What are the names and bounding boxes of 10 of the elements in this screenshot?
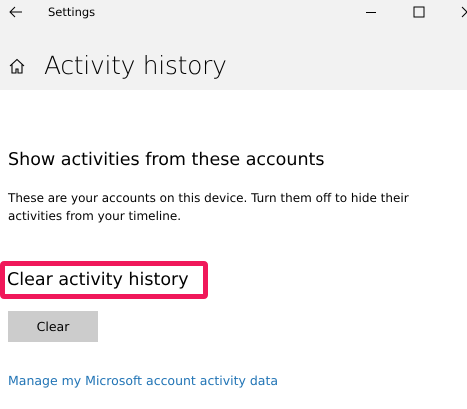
window-title: Settings xyxy=(48,5,96,19)
maximize-icon[interactable] xyxy=(413,6,425,18)
manage-activity-link[interactable]: Manage my Microsoft account activity data xyxy=(8,373,278,388)
clear-button[interactable]: Clear xyxy=(8,311,98,342)
home-icon[interactable] xyxy=(9,58,25,74)
section-heading: Show activities from these accounts xyxy=(8,150,325,170)
section-description: These are your accounts on this device. Turn them off to hide their activities from your timeline. xyxy=(8,190,410,225)
back-arrow-icon[interactable] xyxy=(9,6,23,18)
page-title: Activity history xyxy=(44,51,227,80)
section-heading: Clear activity history xyxy=(7,270,189,290)
